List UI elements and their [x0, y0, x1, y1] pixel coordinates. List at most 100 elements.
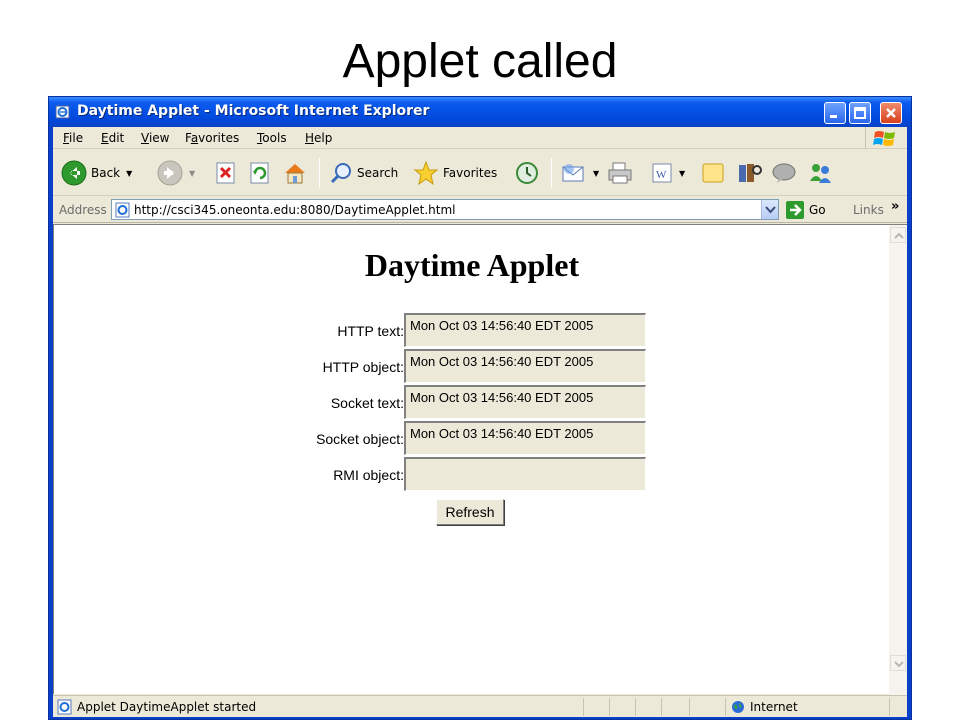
note-icon [702, 163, 724, 183]
row-socket-object: Socket object: Mon Oct 03 14:56:40 EDT 2… [304, 421, 650, 457]
field-label: HTTP text: [337, 323, 404, 339]
mail-icon [562, 164, 584, 182]
vertical-scrollbar[interactable] [889, 225, 907, 695]
security-zone: Internet [731, 698, 798, 716]
address-bar: Address http://csci345.oneonta.edu:8080/… [53, 197, 907, 223]
toolbar-separator [319, 158, 320, 188]
back-dropdown-icon[interactable]: ▼ [126, 169, 132, 178]
forward-dropdown-icon[interactable]: ▼ [189, 169, 195, 178]
print-button[interactable] [607, 150, 633, 196]
close-button[interactable] [880, 102, 902, 124]
address-input[interactable]: http://csci345.oneonta.edu:8080/DaytimeA… [111, 199, 779, 220]
scroll-up-button[interactable] [890, 227, 906, 243]
status-bar: Applet DaytimeApplet started Internet [53, 695, 907, 717]
chevron-down-icon [894, 661, 904, 668]
edit-dropdown-icon[interactable]: ▼ [679, 169, 685, 178]
address-dropdown-button[interactable] [761, 200, 778, 219]
status-cell [609, 698, 610, 716]
row-rmi-object: RMI object: [304, 457, 650, 493]
ie-icon [55, 105, 70, 119]
go-arrow-icon [786, 201, 804, 219]
search-button[interactable]: Search [329, 150, 398, 196]
menu-bar: File Edit View Favorites Tools Help [53, 127, 907, 149]
print-icon [608, 162, 632, 184]
menu-favorites[interactable]: Favorites [185, 131, 239, 145]
http-object-field[interactable]: Mon Oct 03 14:56:40 EDT 2005 [404, 349, 646, 383]
url-text: http://csci345.oneonta.edu:8080/DaytimeA… [134, 203, 456, 217]
http-text-field[interactable]: Mon Oct 03 14:56:40 EDT 2005 [404, 313, 646, 347]
menu-tools[interactable]: Tools [257, 131, 287, 145]
menu-file[interactable]: File [63, 131, 83, 145]
status-text: Applet DaytimeApplet started [77, 700, 257, 714]
windows-logo [865, 127, 903, 149]
forward-button[interactable]: ▼ [157, 150, 195, 196]
socket-object-field[interactable]: Mon Oct 03 14:56:40 EDT 2005 [404, 421, 646, 455]
messenger-icon [772, 163, 796, 183]
maximize-button[interactable] [849, 102, 871, 124]
window-title: Daytime Applet - Microsoft Internet Expl… [77, 103, 430, 119]
close-icon [886, 108, 896, 118]
row-http-text: HTTP text: Mon Oct 03 14:56:40 EDT 2005 [304, 313, 650, 349]
status-cell [725, 698, 726, 716]
standard-toolbar: Back ▼ ▼ Search Favorites ▼ W ▼ [53, 150, 907, 196]
socket-text-field[interactable]: Mon Oct 03 14:56:40 EDT 2005 [404, 385, 646, 419]
mail-button[interactable]: ▼ [561, 150, 599, 196]
page-icon [115, 202, 130, 218]
chevron-down-icon [765, 206, 776, 214]
rmi-object-field[interactable] [404, 457, 646, 491]
toolbar-separator [551, 158, 552, 188]
title-bar[interactable]: Daytime Applet - Microsoft Internet Expl… [49, 97, 911, 127]
forward-arrow-icon [157, 160, 183, 186]
address-label: Address [59, 203, 107, 217]
page-content: Daytime Applet HTTP text: Mon Oct 03 14:… [53, 224, 907, 695]
menu-edit[interactable]: Edit [101, 131, 124, 145]
research-icon [739, 164, 762, 182]
page-heading: Daytime Applet [364, 247, 580, 283]
research-button[interactable] [737, 150, 763, 196]
status-cell [583, 698, 584, 716]
home-icon [285, 164, 305, 184]
row-http-object: HTTP object: Mon Oct 03 14:56:40 EDT 200… [304, 349, 650, 385]
menu-help[interactable]: Help [305, 131, 332, 145]
links-button[interactable]: Links [853, 203, 884, 217]
home-button[interactable] [283, 150, 307, 196]
refresh-icon [250, 162, 269, 184]
messenger-button[interactable] [771, 150, 797, 196]
users-icon [810, 164, 831, 183]
field-label: HTTP object: [322, 359, 404, 375]
favorites-button[interactable]: Favorites [413, 150, 497, 196]
history-button[interactable] [515, 150, 539, 196]
row-socket-text: Socket text: Mon Oct 03 14:56:40 EDT 200… [304, 385, 650, 421]
discuss-button[interactable] [701, 150, 725, 196]
back-arrow-icon [61, 160, 87, 186]
field-label: Socket object: [316, 431, 404, 447]
browser-chrome: File Edit View Favorites Tools Help Back… [53, 127, 907, 717]
status-cell [661, 698, 662, 716]
page-status-icon [57, 699, 72, 715]
refresh-button[interactable]: Refresh [436, 499, 504, 525]
go-button[interactable]: Go [785, 200, 826, 220]
svg-text:W: W [656, 169, 667, 181]
menu-view[interactable]: View [141, 131, 169, 145]
links-more-icon[interactable]: » [891, 199, 899, 214]
minimize-icon [830, 115, 837, 118]
back-button[interactable]: Back ▼ [61, 150, 132, 196]
chevron-up-icon [894, 232, 904, 239]
users-button[interactable] [807, 150, 833, 196]
edit-button[interactable]: W ▼ [651, 150, 685, 196]
scroll-down-button[interactable] [890, 655, 906, 671]
status-cell [689, 698, 690, 716]
windows-flag-icon [873, 131, 895, 146]
stop-button[interactable] [215, 150, 237, 196]
refresh-page-button[interactable] [249, 150, 271, 196]
field-label: Socket text: [330, 395, 404, 411]
minimize-button[interactable] [824, 102, 846, 124]
word-edit-icon: W [652, 163, 672, 183]
mail-dropdown-icon[interactable]: ▼ [593, 169, 599, 178]
globe-icon [732, 701, 744, 713]
history-icon [516, 162, 538, 184]
browser-window: Daytime Applet - Microsoft Internet Expl… [48, 96, 912, 720]
maximize-icon [854, 107, 866, 119]
status-cell [889, 698, 890, 716]
stop-icon [216, 162, 235, 184]
